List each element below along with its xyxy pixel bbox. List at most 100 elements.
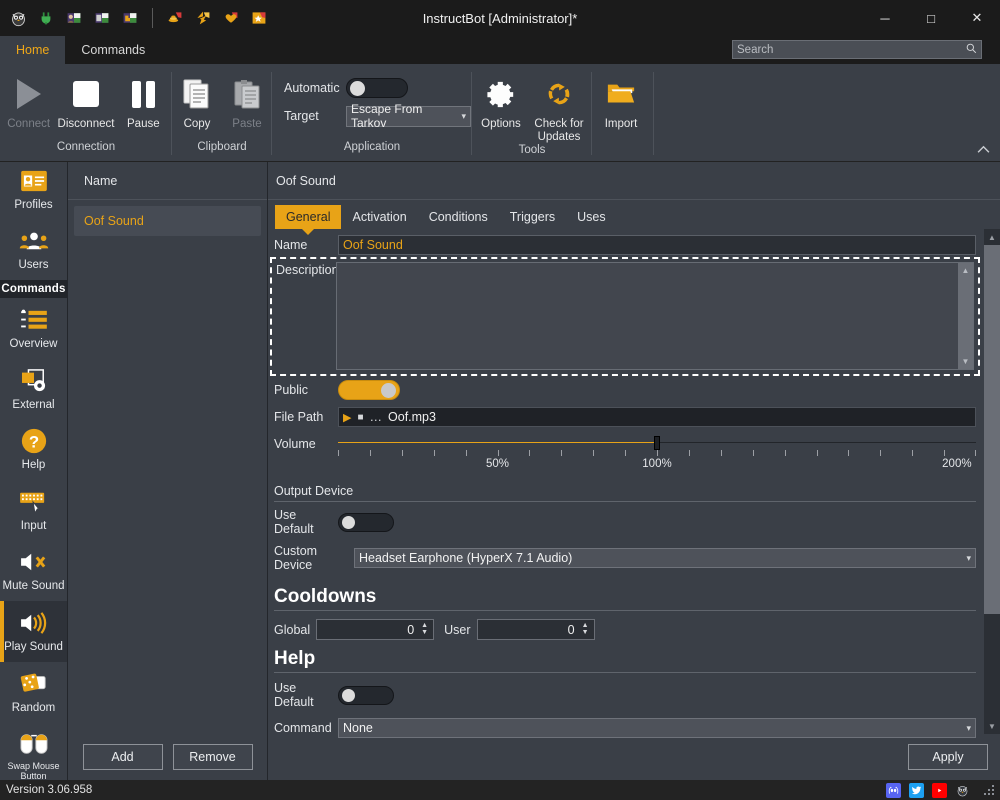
sidebar-item-swap-mouse-button[interactable]: Swap Mouse Button xyxy=(0,722,67,780)
stop-icon[interactable]: ■ xyxy=(357,412,363,423)
sidebar-item-external[interactable]: External xyxy=(0,359,67,420)
tab-general[interactable]: General xyxy=(275,205,342,235)
pause-label: Pause xyxy=(127,118,160,130)
options-button[interactable]: Options xyxy=(472,70,530,131)
output-use-default-toggle[interactable] xyxy=(338,512,394,532)
stepper-arrows[interactable]: ▲ ▼ xyxy=(580,622,594,636)
gear-icon xyxy=(486,74,516,114)
custom-device-value: Headset Earphone (HyperX 7.1 Audio) xyxy=(359,551,573,565)
toolbar-divider xyxy=(152,8,153,28)
puzzle-card-icon[interactable] xyxy=(118,6,142,30)
close-button[interactable]: ✕ xyxy=(954,0,1000,36)
status-bar: Version 3.06.958 xyxy=(0,780,1000,800)
import-button[interactable]: Import xyxy=(592,70,650,131)
tab-conditions[interactable]: Conditions xyxy=(418,205,499,229)
volume-tick-200: 200% xyxy=(942,458,972,470)
sidebar-item-users[interactable]: Users xyxy=(0,219,67,280)
add-button[interactable]: Add xyxy=(82,744,163,770)
title-bar: InstructBot [Administrator]* ─ □ ✕ xyxy=(0,0,1000,36)
play-icon[interactable]: ▶ xyxy=(343,411,351,424)
browse-button[interactable]: … xyxy=(370,410,383,424)
user-cooldown-stepper[interactable]: 0 ▲ ▼ xyxy=(476,619,595,640)
global-cooldown-value[interactable]: 0 xyxy=(317,623,419,637)
search-box[interactable]: Search xyxy=(732,40,982,59)
resize-grip[interactable] xyxy=(984,785,994,795)
public-label: Public xyxy=(274,383,309,397)
scroll-up-icon[interactable]: ▲ xyxy=(984,229,1000,245)
description-text[interactable] xyxy=(337,263,958,369)
cooldowns-section-header: Cooldowns xyxy=(274,582,976,611)
help-use-default-toggle[interactable] xyxy=(338,685,394,705)
coins-tag-icon[interactable] xyxy=(163,6,187,30)
description-scrollbar[interactable]: ▲ ▼ xyxy=(958,263,973,369)
name-input[interactable]: Oof Sound xyxy=(338,235,976,255)
sidebar-item-play-sound[interactable]: Play Sound xyxy=(0,601,67,662)
connect-button: Connect xyxy=(0,70,57,131)
external-gear-icon xyxy=(20,366,48,396)
window-card-icon[interactable] xyxy=(90,6,114,30)
sidebar-item-mute-sound[interactable]: Mute Sound xyxy=(0,540,67,601)
list-item[interactable]: Oof Sound xyxy=(74,206,261,236)
star-tag-icon[interactable] xyxy=(247,6,271,30)
help-command-select[interactable]: None ▾ xyxy=(338,718,976,738)
global-cooldown-stepper[interactable]: 0 ▲ ▼ xyxy=(316,619,435,640)
volume-slider[interactable]: 50% 100% 200% xyxy=(338,434,976,476)
scroll-up-icon[interactable]: ▲ xyxy=(958,263,973,278)
description-scroll-track[interactable] xyxy=(958,278,973,354)
disconnect-button[interactable]: Disconnect xyxy=(57,70,114,131)
tab-uses[interactable]: Uses xyxy=(566,205,616,229)
remove-button[interactable]: Remove xyxy=(172,744,253,770)
owl-logo-icon[interactable] xyxy=(955,783,970,798)
help-command-row: Command None ▾ xyxy=(274,718,976,738)
sidebar-item-input[interactable]: Input xyxy=(0,480,67,541)
automatic-toggle[interactable] xyxy=(346,78,408,98)
heart-tag-icon[interactable] xyxy=(219,6,243,30)
plug-connect-icon[interactable] xyxy=(34,6,58,30)
user-cooldown-value[interactable]: 0 xyxy=(478,623,580,637)
apply-button[interactable]: Apply xyxy=(908,744,988,770)
custom-device-select[interactable]: Headset Earphone (HyperX 7.1 Audio) ▾ xyxy=(354,548,976,568)
maximize-button[interactable]: □ xyxy=(908,0,954,36)
ribbon-group-application: Automatic Target Escape From Tarkov ▾ Ap… xyxy=(272,64,472,161)
scroll-down-icon[interactable]: ▼ xyxy=(958,354,973,369)
lightning-tag-icon[interactable] xyxy=(191,6,215,30)
volume-thumb[interactable] xyxy=(654,436,660,450)
form-scroll-thumb[interactable] xyxy=(984,245,1000,614)
tab-commands[interactable]: Commands xyxy=(65,36,161,64)
scroll-down-icon[interactable]: ▼ xyxy=(984,718,1000,734)
sidebar-item-overview[interactable]: Overview xyxy=(0,298,67,359)
form-scroll-track[interactable] xyxy=(984,245,1000,718)
description-textarea[interactable]: ▲ ▼ xyxy=(336,262,974,370)
discord-icon[interactable] xyxy=(886,782,901,798)
stepper-arrows[interactable]: ▲ ▼ xyxy=(419,622,433,636)
question-circle-icon: ? xyxy=(20,426,48,456)
search-input[interactable]: Search xyxy=(737,44,966,56)
ribbon-group-import: Import xyxy=(592,64,654,161)
pause-button[interactable]: Pause xyxy=(115,70,172,131)
form-scrollbar[interactable]: ▲ ▼ xyxy=(984,229,1000,734)
ribbon-group-tools: Options Check for Updates Tools xyxy=(472,64,592,161)
sidebar-item-help[interactable]: ? Help xyxy=(0,419,67,480)
check-updates-button[interactable]: Check for Updates xyxy=(530,70,588,144)
public-toggle[interactable] xyxy=(338,380,400,400)
custom-device-row: Custom Device Headset Earphone (HyperX 7… xyxy=(274,544,976,572)
disconnect-label: Disconnect xyxy=(57,118,115,130)
owl-logo-icon[interactable] xyxy=(6,6,30,30)
file-path-value: Oof.mp3 xyxy=(388,410,436,424)
help-use-default-row: Use Default xyxy=(274,681,976,709)
ribbon-collapse-icon[interactable] xyxy=(977,143,990,157)
target-select[interactable]: Escape From Tarkov ▾ xyxy=(346,102,471,130)
sidebar-item-profiles[interactable]: Profiles xyxy=(0,162,67,219)
minimize-button[interactable]: ─ xyxy=(862,0,908,36)
tab-home[interactable]: Home xyxy=(0,36,66,64)
tab-triggers[interactable]: Triggers xyxy=(499,205,566,229)
profile-card-icon[interactable] xyxy=(62,6,86,30)
copy-button[interactable]: Copy xyxy=(172,70,222,131)
paste-icon xyxy=(232,74,262,114)
tab-activation[interactable]: Activation xyxy=(341,205,417,229)
list-actions: Add Remove xyxy=(68,734,267,780)
sidebar-item-random[interactable]: Random xyxy=(0,662,67,723)
youtube-icon[interactable] xyxy=(932,782,947,798)
twitter-icon[interactable] xyxy=(909,782,924,798)
file-path-field[interactable]: ▶ ■ … Oof.mp3 xyxy=(338,407,976,427)
